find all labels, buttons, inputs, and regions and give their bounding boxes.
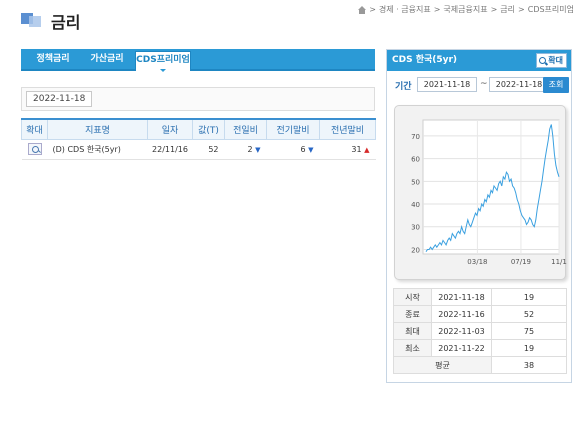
tab-bar: 정책금리 가산금리 CDS프리미엄 — [21, 49, 375, 72]
down-arrow-icon: ▼ — [255, 145, 261, 154]
y-tick-label: 40 — [411, 201, 420, 209]
stats-row-average: 평균 38 — [393, 356, 567, 374]
panel-header: CDS 한국(5yr) 확대 — [387, 50, 571, 71]
prev-day-change: 2 ▼ — [224, 139, 267, 160]
stats-label: 최소 — [393, 339, 432, 357]
breadcrumb: > 경제 · 금융지표 > 국제금융지표 > 금리 > CDS프리미엄 — [358, 4, 574, 15]
panel-title: CDS 한국(5yr) — [392, 55, 458, 65]
stats-date: 2021-11-18 — [431, 288, 492, 306]
col-header-prev-year: 전년말비 — [319, 118, 376, 140]
y-tick-label: 50 — [411, 178, 420, 186]
zoom-button-label: 확대 — [548, 56, 563, 65]
prev-period-value: 6 — [300, 144, 306, 154]
stats-value: 52 — [491, 305, 567, 323]
stats-row: 시작 2021-11-18 19 — [393, 288, 567, 306]
indicator-table: 확대 지표명 일자 값(T) 전일비 전기말비 전년말비 (D) CDS 한국(… — [21, 118, 376, 160]
up-arrow-icon: ▲ — [364, 145, 370, 154]
y-tick-label: 70 — [411, 133, 420, 141]
y-tick-label: 60 — [411, 156, 420, 164]
breadcrumb-sep: > — [433, 5, 441, 14]
end-date-input[interactable]: 2022-11-18 — [489, 77, 549, 92]
period-label: 기간 — [395, 82, 412, 92]
stats-value: 19 — [491, 339, 567, 357]
page-title: 금리 — [51, 13, 81, 32]
zoom-button[interactable]: 확대 — [536, 53, 567, 68]
stats-row: 종료 2022-11-16 52 — [393, 305, 567, 323]
date-select[interactable]: 2022-11-18 — [26, 91, 93, 107]
indicator-value: 52 — [192, 139, 225, 160]
col-header-prev-period: 전기말비 — [266, 118, 320, 140]
breadcrumb-sep: > — [369, 5, 376, 14]
down-arrow-icon: ▼ — [308, 145, 314, 154]
start-date-input[interactable]: 2021-11-18 — [417, 77, 477, 92]
tab-cds-premium[interactable]: CDS프리미엄 — [135, 51, 191, 72]
tab-spread[interactable]: 가산금리 — [83, 49, 131, 69]
stats-avg-value: 38 — [491, 356, 567, 374]
stats-label: 종료 — [393, 305, 432, 323]
prev-year-value: 31 — [351, 144, 362, 154]
home-icon[interactable] — [358, 5, 367, 14]
breadcrumb-item-current: CDS프리미엄 — [527, 5, 574, 14]
stats-avg-label: 평균 — [393, 356, 492, 374]
period-selector: 기간 2021-11-18 ~ 2022-11-18 조회 — [393, 76, 569, 94]
col-header-date: 일자 — [147, 118, 193, 140]
col-header-value: 값(T) — [192, 118, 225, 140]
y-tick-label: 20 — [411, 246, 420, 254]
y-tick-label: 30 — [411, 224, 420, 232]
breadcrumb-item[interactable]: 경제 · 금융지표 — [379, 4, 431, 15]
col-header-name: 지표명 — [47, 118, 148, 140]
breadcrumb-sep: > — [518, 5, 525, 14]
stats-date: 2021-11-22 — [431, 339, 492, 357]
table-row[interactable]: (D) CDS 한국(5yr) 22/11/16 52 2 ▼ 6 ▼ 31 ▲ — [21, 139, 376, 160]
indicator-name[interactable]: (D) CDS 한국(5yr) — [47, 139, 148, 160]
tab-policy-rate[interactable]: 정책금리 — [29, 49, 77, 69]
breadcrumb-sep: > — [490, 5, 498, 14]
stats-value: 19 — [491, 288, 567, 306]
period-tilde: ~ — [480, 79, 488, 89]
line-chart: 20 30 40 50 60 70 03/18 07/19 11/1 — [411, 119, 567, 266]
col-header-zoom: 확대 — [21, 118, 48, 140]
x-tick-label: 07/19 — [511, 258, 531, 266]
indicator-date: 22/11/16 — [147, 139, 193, 160]
stats-table: 시작 2021-11-18 19 종료 2022-11-16 52 최대 202… — [393, 288, 567, 374]
breadcrumb-item[interactable]: 금리 — [500, 4, 515, 15]
zoom-icon[interactable] — [27, 143, 42, 155]
chart-frame: 20 30 40 50 60 70 03/18 07/19 11/1 — [394, 105, 567, 280]
prev-year-change: 31 ▲ — [319, 139, 376, 160]
chart-panel: CDS 한국(5yr) 확대 기간 2021-11-18 ~ 2022-11-1… — [386, 49, 572, 383]
search-button[interactable]: 조회 — [543, 77, 569, 93]
stats-date: 2022-11-03 — [431, 322, 492, 340]
stats-row: 최대 2022-11-03 75 — [393, 322, 567, 340]
plot-area — [422, 119, 560, 255]
stats-label: 시작 — [393, 288, 432, 306]
magnifier-icon — [539, 57, 547, 64]
stats-date: 2022-11-16 — [431, 305, 492, 323]
prev-day-value: 2 — [247, 144, 253, 154]
stats-label: 최대 — [393, 322, 432, 340]
logo-icon — [21, 13, 41, 27]
col-header-prev-day: 전일비 — [224, 118, 267, 140]
date-filter: 2022-11-18 — [21, 87, 375, 111]
prev-period-change: 6 ▼ — [266, 139, 320, 160]
stats-value: 75 — [491, 322, 567, 340]
breadcrumb-item[interactable]: 국제금융지표 — [443, 4, 487, 15]
x-tick-label: 03/18 — [467, 258, 487, 266]
stats-row: 최소 2021-11-22 19 — [393, 339, 567, 357]
x-tick-label: 11/1 — [551, 258, 567, 266]
